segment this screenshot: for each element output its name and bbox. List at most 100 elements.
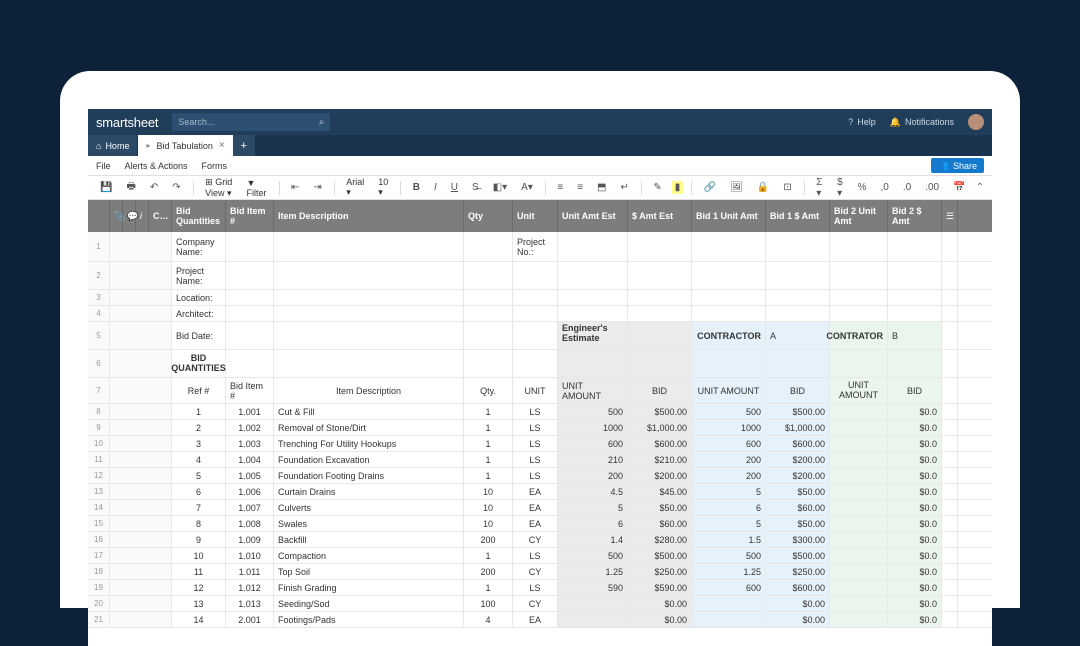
label-location[interactable]: Location:: [172, 290, 226, 305]
add-tab-button[interactable]: +: [233, 135, 255, 156]
col-unit-amt-est[interactable]: Unit Amt Est: [558, 200, 628, 232]
table-row[interactable]: 19121.012Finish Grading1LS590$590.00600$…: [88, 580, 992, 596]
decimal-dec-icon[interactable]: .0: [899, 180, 915, 195]
table-row[interactable]: 1031.003Trenching For Utility Hookups1LS…: [88, 436, 992, 452]
print-icon[interactable]: 🖶: [122, 177, 139, 198]
table-row[interactable]: 1141.004Foundation Excavation1LS210$210.…: [88, 452, 992, 468]
filter-button[interactable]: ▼ Filter: [243, 176, 271, 200]
avatar[interactable]: [968, 114, 984, 130]
align-left-icon[interactable]: ≡: [553, 180, 567, 195]
label-bid-date[interactable]: Bid Date:: [172, 322, 226, 349]
device-frame: smartsheet ⌕ ?Help 🔔Notifications ⌂Home …: [60, 71, 1020, 608]
people-icon: 👥: [938, 160, 949, 171]
lock-icon[interactable]: 🔒: [753, 180, 773, 195]
col-unit[interactable]: Unit: [513, 200, 558, 232]
menu-file[interactable]: File: [96, 161, 111, 171]
table-row[interactable]: 21142.001Footings/Pads4EA$0.00$0.00$0.0: [88, 612, 992, 628]
tabs-row: ⌂Home Bid Tabulation× +: [88, 135, 992, 156]
notifications-button[interactable]: 🔔Notifications: [890, 117, 954, 128]
col-qty[interactable]: Qty: [464, 200, 513, 232]
table-row[interactable]: 18111.011Top Soil200CY1.25$250.001.25$25…: [88, 564, 992, 580]
row-menu-col-icon[interactable]: ☰: [942, 200, 958, 232]
table-row[interactable]: 1691.009Backfill200CY1.4$280.001.5$300.0…: [88, 532, 992, 548]
col-bid1-unit[interactable]: Bid 1 Unit Amt: [692, 200, 766, 232]
col-bid-item[interactable]: Bid Item #: [226, 200, 274, 232]
font-selector[interactable]: Arial ▾: [342, 175, 368, 200]
menu-alerts[interactable]: Alerts & Actions: [125, 161, 188, 171]
calendar-icon[interactable]: 📅: [949, 180, 969, 195]
percent-icon[interactable]: %: [854, 180, 871, 195]
text-color-icon[interactable]: A▾: [517, 180, 537, 195]
comments-col-icon[interactable]: 💬: [123, 200, 136, 232]
search-icon[interactable]: ⌕: [319, 117, 325, 128]
col-bid2-unit[interactable]: Bid 2 Unit Amt: [830, 200, 888, 232]
col-bid1-amt[interactable]: Bid 1 $ Amt: [766, 200, 830, 232]
col-item-desc[interactable]: Item Description: [274, 200, 464, 232]
wrap-icon[interactable]: ↵: [617, 180, 633, 195]
info-col-icon[interactable]: i: [136, 200, 149, 232]
freeze-icon[interactable]: ⊡: [779, 180, 795, 195]
underline-icon[interactable]: U: [447, 180, 462, 195]
font-size-selector[interactable]: 10 ▾: [374, 175, 392, 200]
close-icon[interactable]: ×: [219, 140, 225, 151]
grid-header: 📎 💬 i C… Bid Quantities Bid Item # Item …: [88, 200, 992, 232]
col-c[interactable]: C…: [149, 200, 172, 232]
format-painter-icon[interactable]: ✎: [649, 180, 665, 195]
view-selector[interactable]: ⊞ Grid View ▾: [201, 175, 236, 201]
table-row[interactable]: 1251.005Foundation Footing Drains1LS200$…: [88, 468, 992, 484]
indent-out-icon[interactable]: ⇤: [287, 180, 303, 195]
attachments-col-icon[interactable]: 📎: [110, 200, 123, 232]
menu-bar: File Alerts & Actions Forms 👥Share: [88, 156, 992, 176]
decimal-inc-icon[interactable]: .00: [921, 180, 943, 195]
collapse-toolbar-icon[interactable]: ⌃: [976, 182, 984, 193]
sum-icon[interactable]: Σ ▾: [812, 175, 827, 201]
bell-icon: 🔔: [890, 117, 901, 128]
strike-icon[interactable]: S̶: [468, 180, 483, 195]
header-contractor-a: CONTRACTOR: [692, 322, 766, 349]
redo-icon[interactable]: ↷: [168, 180, 184, 195]
fill-color-icon[interactable]: ◧▾: [489, 180, 511, 195]
header-engineer-estimate: Engineer's Estimate: [562, 324, 623, 344]
table-row[interactable]: 1361.006Curtain Drains10EA4.5$45.005$50.…: [88, 484, 992, 500]
col-bid2-amt[interactable]: Bid 2 $ Amt: [888, 200, 942, 232]
table-row[interactable]: 811.001Cut & Fill1LS500$500.00500$500.00…: [88, 404, 992, 420]
undo-icon[interactable]: ↶: [146, 180, 162, 195]
table-row[interactable]: 1581.008Swales10EA6$60.005$50.00$0.0: [88, 516, 992, 532]
label-architect[interactable]: Architect:: [172, 306, 226, 321]
col-amt-est[interactable]: $ Amt Est: [628, 200, 692, 232]
label-project[interactable]: Project Name:: [172, 262, 226, 289]
indent-in-icon[interactable]: ⇥: [309, 180, 325, 195]
search-container[interactable]: ⌕: [172, 113, 330, 131]
help-button[interactable]: ?Help: [848, 117, 876, 127]
col-bid-quantities[interactable]: Bid Quantities: [172, 200, 226, 232]
table-row[interactable]: 20131.013Seeding/Sod100CY$0.00$0.00$0.0: [88, 596, 992, 612]
link-icon[interactable]: 🔗: [700, 180, 720, 195]
home-icon: ⌂: [96, 141, 101, 151]
align-top-icon[interactable]: ⬒: [593, 180, 610, 195]
italic-icon[interactable]: I: [430, 180, 441, 195]
share-button[interactable]: 👥Share: [931, 158, 984, 173]
header-bid-quantities: BID QUANTITIES: [172, 350, 226, 377]
menu-forms[interactable]: Forms: [202, 161, 228, 171]
grid-body[interactable]: 1 Company Name: Project No.: 2Project Na…: [88, 232, 992, 628]
sheet-tab[interactable]: Bid Tabulation×: [138, 135, 232, 156]
save-icon[interactable]: 💾: [96, 180, 116, 195]
image-icon[interactable]: 🖼: [726, 180, 747, 195]
label-company[interactable]: Company Name:: [172, 232, 226, 261]
home-button[interactable]: ⌂Home: [88, 135, 138, 156]
table-row[interactable]: 17101.010Compaction1LS500$500.00500$500.…: [88, 548, 992, 564]
label-project-no[interactable]: Project No.:: [513, 232, 558, 261]
brand-logo[interactable]: smartsheet: [96, 115, 158, 130]
header-contractor-b: CONTRATOR: [830, 322, 888, 349]
bold-icon[interactable]: B: [409, 180, 424, 195]
highlight-icon[interactable]: ▮: [672, 181, 684, 194]
thousands-icon[interactable]: ,0: [877, 180, 893, 195]
topbar: smartsheet ⌕ ?Help 🔔Notifications: [88, 109, 992, 135]
table-row[interactable]: 921.002Removal of Stone/Dirt1LS1000$1,00…: [88, 420, 992, 436]
align-center-icon[interactable]: ≡: [573, 180, 587, 195]
currency-icon[interactable]: $ ▾: [833, 175, 848, 201]
search-input[interactable]: [178, 117, 318, 127]
toolbar: 💾 🖶 ↶ ↷ ⊞ Grid View ▾ ▼ Filter ⇤ ⇥ Arial…: [88, 176, 992, 200]
table-row[interactable]: 1471.007Culverts10EA5$50.006$60.00$0.0: [88, 500, 992, 516]
app-window: smartsheet ⌕ ?Help 🔔Notifications ⌂Home …: [88, 109, 992, 646]
